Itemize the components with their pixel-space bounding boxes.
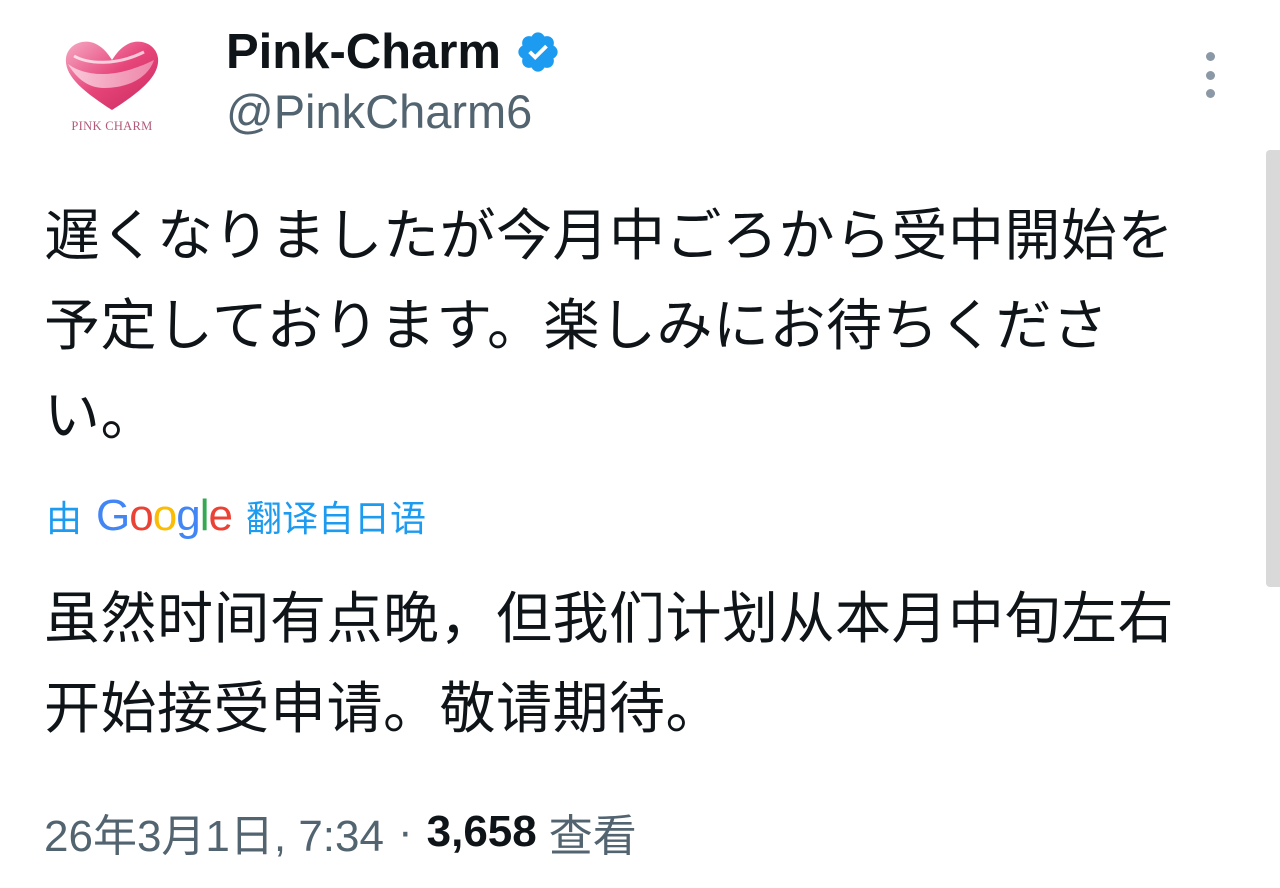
more-vertical-icon: [1205, 52, 1215, 61]
more-vertical-icon-dot-2: [1205, 70, 1215, 80]
more-vertical-icon-dot-3: [1205, 89, 1215, 98]
translate-prefix: 由: [46, 499, 83, 540]
timestamp[interactable]: 26年3月1日, 7:34: [44, 800, 384, 864]
avatar[interactable]: PINK CHARM: [44, 18, 180, 154]
tweet-meta: 26年3月1日, 7:34 · 3,658 查看: [44, 800, 637, 864]
views-count: 3,658: [426, 807, 537, 856]
tweet-text: 遅くなりましたが今月中ごろから受中開始を予定しております。楽しみにお待ちください…: [44, 204, 1174, 449]
translate-suffix: 翻译自日语: [245, 499, 426, 540]
google-logo: Google: [96, 491, 233, 540]
display-name[interactable]: Pink-Charm: [226, 27, 501, 77]
more-options-button[interactable]: [1192, 52, 1228, 98]
meta-separator: ·: [397, 807, 413, 856]
translated-text: 虽然时间有点晚，但我们计划从本月中旬左右开始接受申请。敬请期待。: [44, 587, 1174, 742]
author-handle[interactable]: @PinkCharm6: [226, 88, 532, 135]
avatar-logo-text: PINK CHARM: [71, 119, 153, 133]
verified-badge-icon: [518, 32, 558, 72]
tweet-card: PINK CHARM Pink-Charm @PinkCharm6 遅くなりまし…: [0, 0, 1280, 888]
scrollbar[interactable]: [1266, 150, 1280, 587]
author-name-row: Pink-Charm: [226, 20, 561, 84]
translate-link[interactable]: 由 Google 翻译自日语: [46, 486, 426, 546]
views-label: 查看: [548, 812, 637, 861]
